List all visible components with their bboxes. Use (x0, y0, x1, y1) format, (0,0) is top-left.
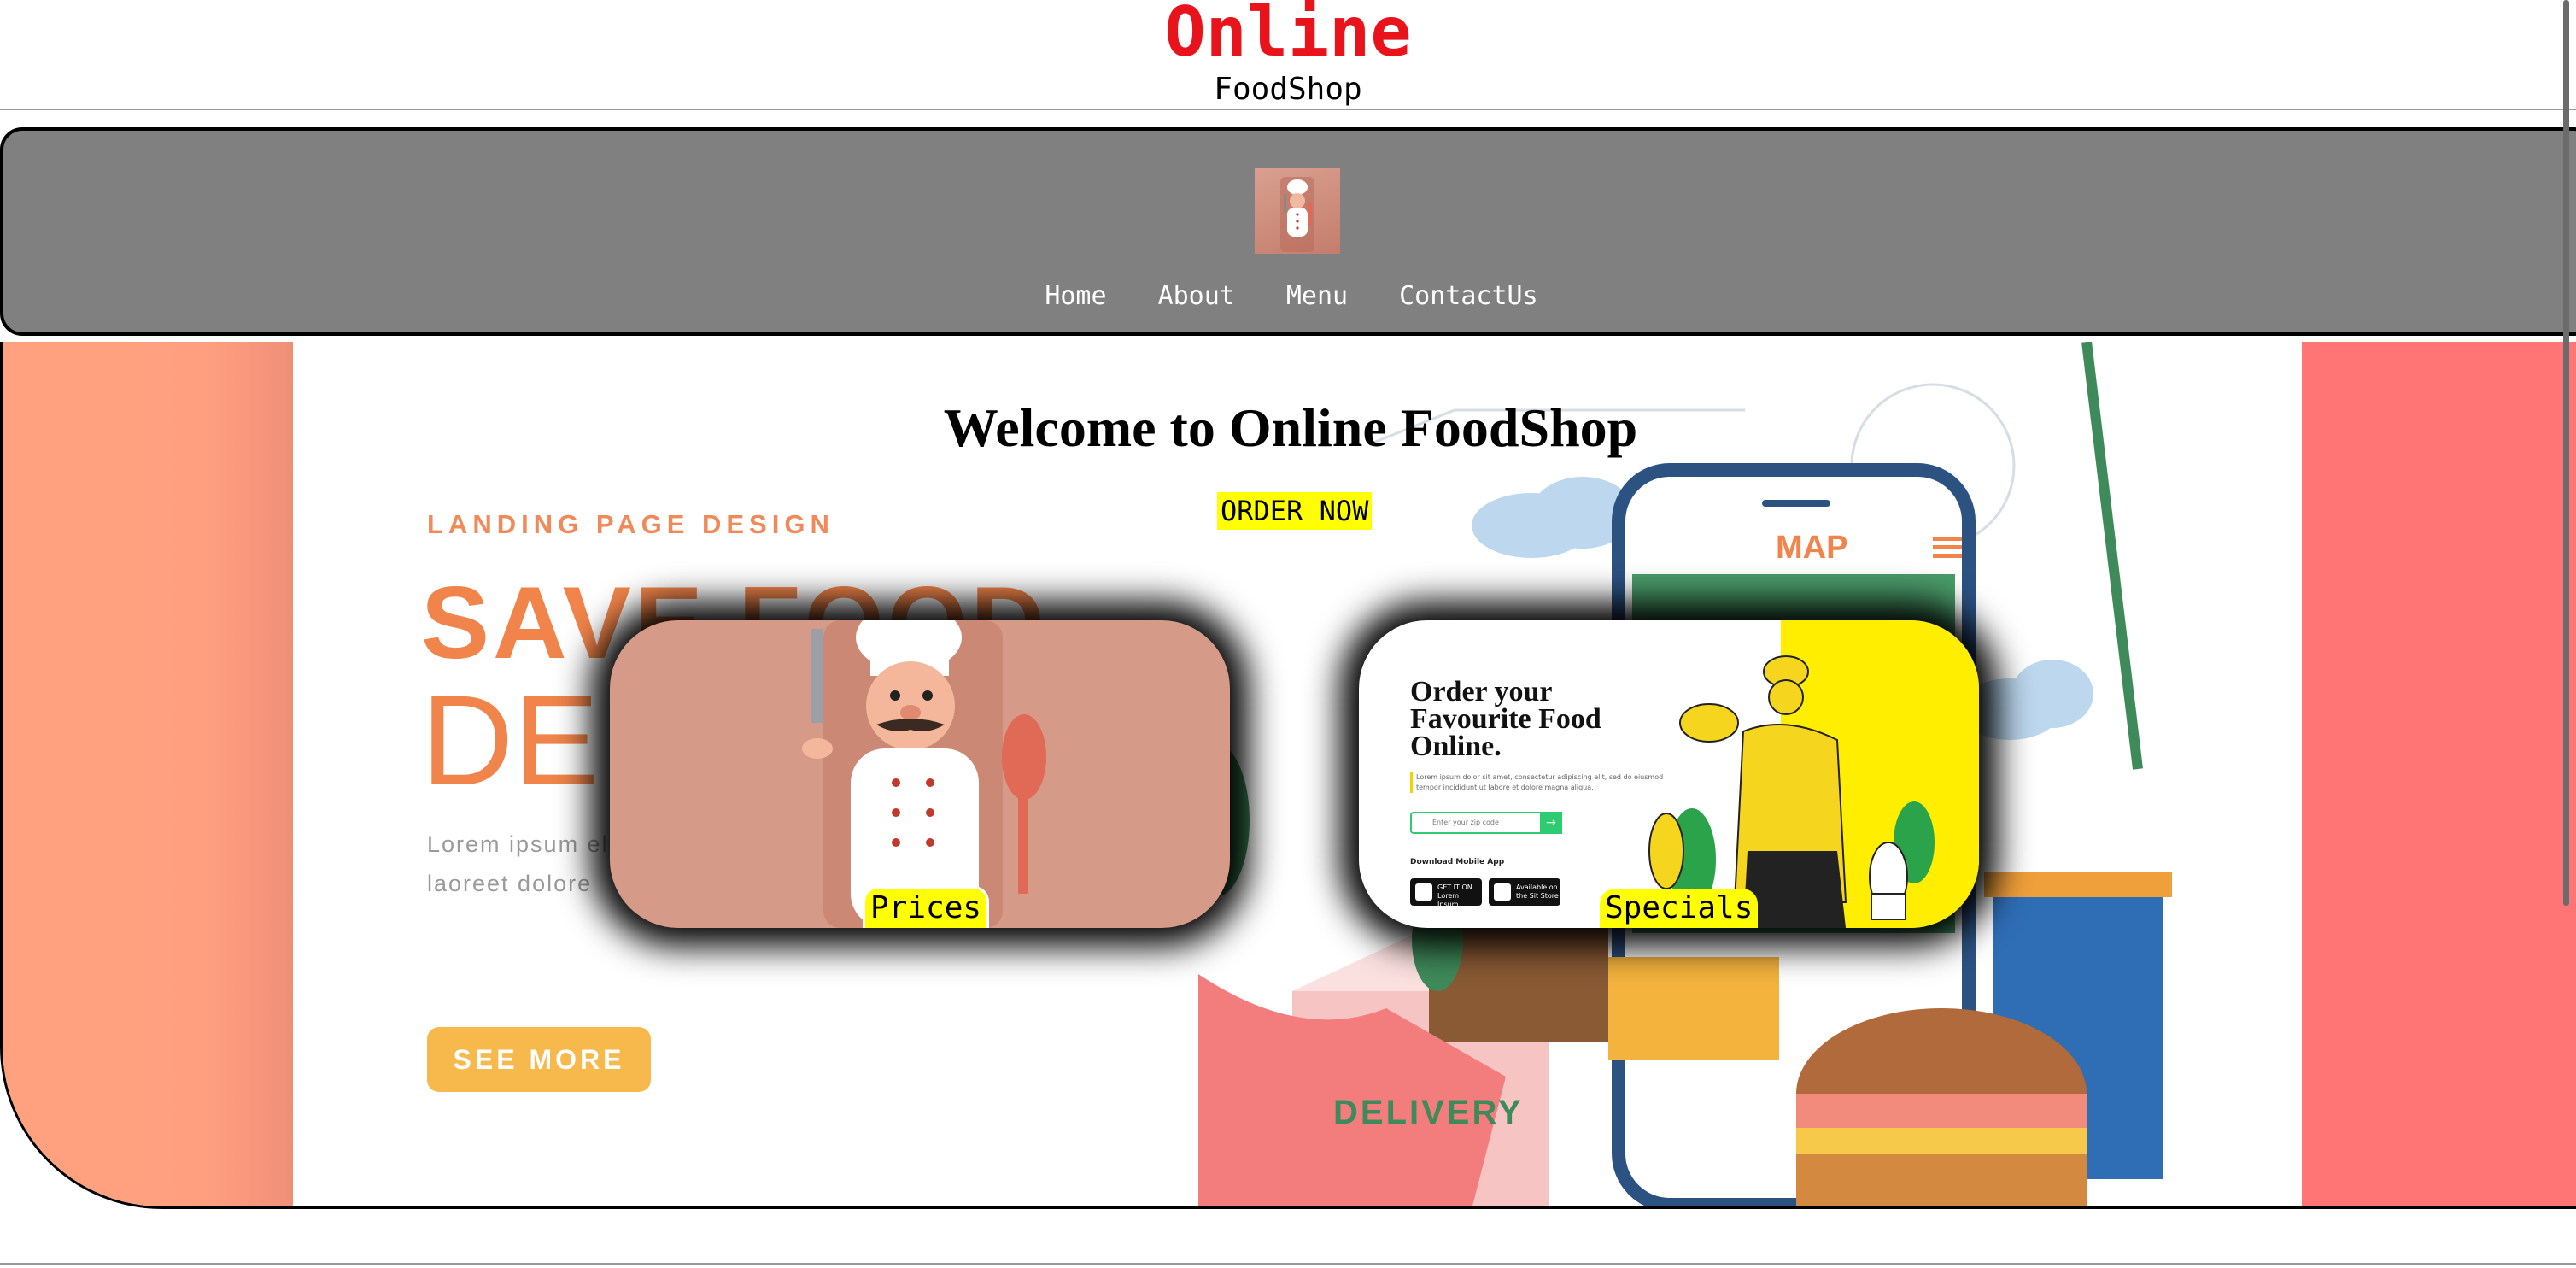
header-divider (0, 109, 2576, 110)
zip-art-placeholder: Enter your zip code (1432, 819, 1499, 826)
nav-link-menu[interactable]: Menu (1286, 281, 1348, 311)
site-title: Online (1164, 0, 1412, 72)
welcome-heading: Welcome to Online FoodShop (943, 397, 1638, 458)
store-badge-2: Available on the Sit Store (1489, 878, 1560, 906)
nav-link-contactus[interactable]: ContactUs (1399, 281, 1538, 311)
store-badge-1-text: GET IT ON Lorem Ipsum (1437, 883, 1472, 908)
see-more-button: SEE MORE (427, 1027, 651, 1092)
order-art-desc: Lorem ipsum dolor sit amet, consectetur … (1410, 772, 1664, 793)
store-badge-2-text: Available on the Sit Store (1516, 883, 1559, 900)
zip-art-input: Enter your zip code → (1410, 812, 1562, 834)
order-art-heading: Order your Favourite Food Online. (1410, 676, 1601, 762)
specials-label: Specials (1600, 889, 1759, 928)
delivery-label: DELIVERY (1333, 1094, 1524, 1131)
download-app-label: Download Mobile App (1410, 858, 1505, 866)
nav-links: Home About Menu ContactUs (3, 281, 2576, 311)
store-icon (1415, 883, 1432, 901)
chef-logo-icon[interactable] (1255, 168, 1340, 254)
prices-label: Prices (863, 886, 990, 928)
landing-page-label: LANDING PAGE DESIGN (427, 509, 834, 539)
specials-card[interactable]: Order your Favourite Food Online. Lorem … (1359, 620, 1979, 928)
nav-link-about[interactable]: About (1158, 281, 1235, 311)
order-now-button[interactable]: ORDER NOW (1217, 492, 1373, 530)
nav-link-home[interactable]: Home (1045, 281, 1106, 311)
navbar: Home About Menu ContactUs (0, 127, 2576, 336)
chef-mascot-icon (802, 620, 1046, 928)
prices-card[interactable]: Prices (610, 620, 1230, 928)
de-headline: DE (421, 668, 600, 812)
store-badge-1: GET IT ON Lorem Ipsum (1410, 878, 1482, 908)
store-icon (1494, 883, 1511, 901)
arrow-right-icon: → (1540, 812, 1562, 834)
map-label: MAP (1776, 530, 1848, 566)
hero-background-image: LANDING PAGE DESIGN SAVE FOOD DE Lorem i… (293, 342, 2302, 1206)
page-scrollbar[interactable] (2563, 0, 2569, 906)
site-subtitle: FoodShop (1214, 72, 1362, 107)
hero-section: LANDING PAGE DESIGN SAVE FOOD DE Lorem i… (0, 342, 2576, 1209)
hero-left-band (3, 342, 293, 1206)
hero-right-band (2302, 342, 2576, 1206)
footer-divider (0, 1263, 2576, 1265)
